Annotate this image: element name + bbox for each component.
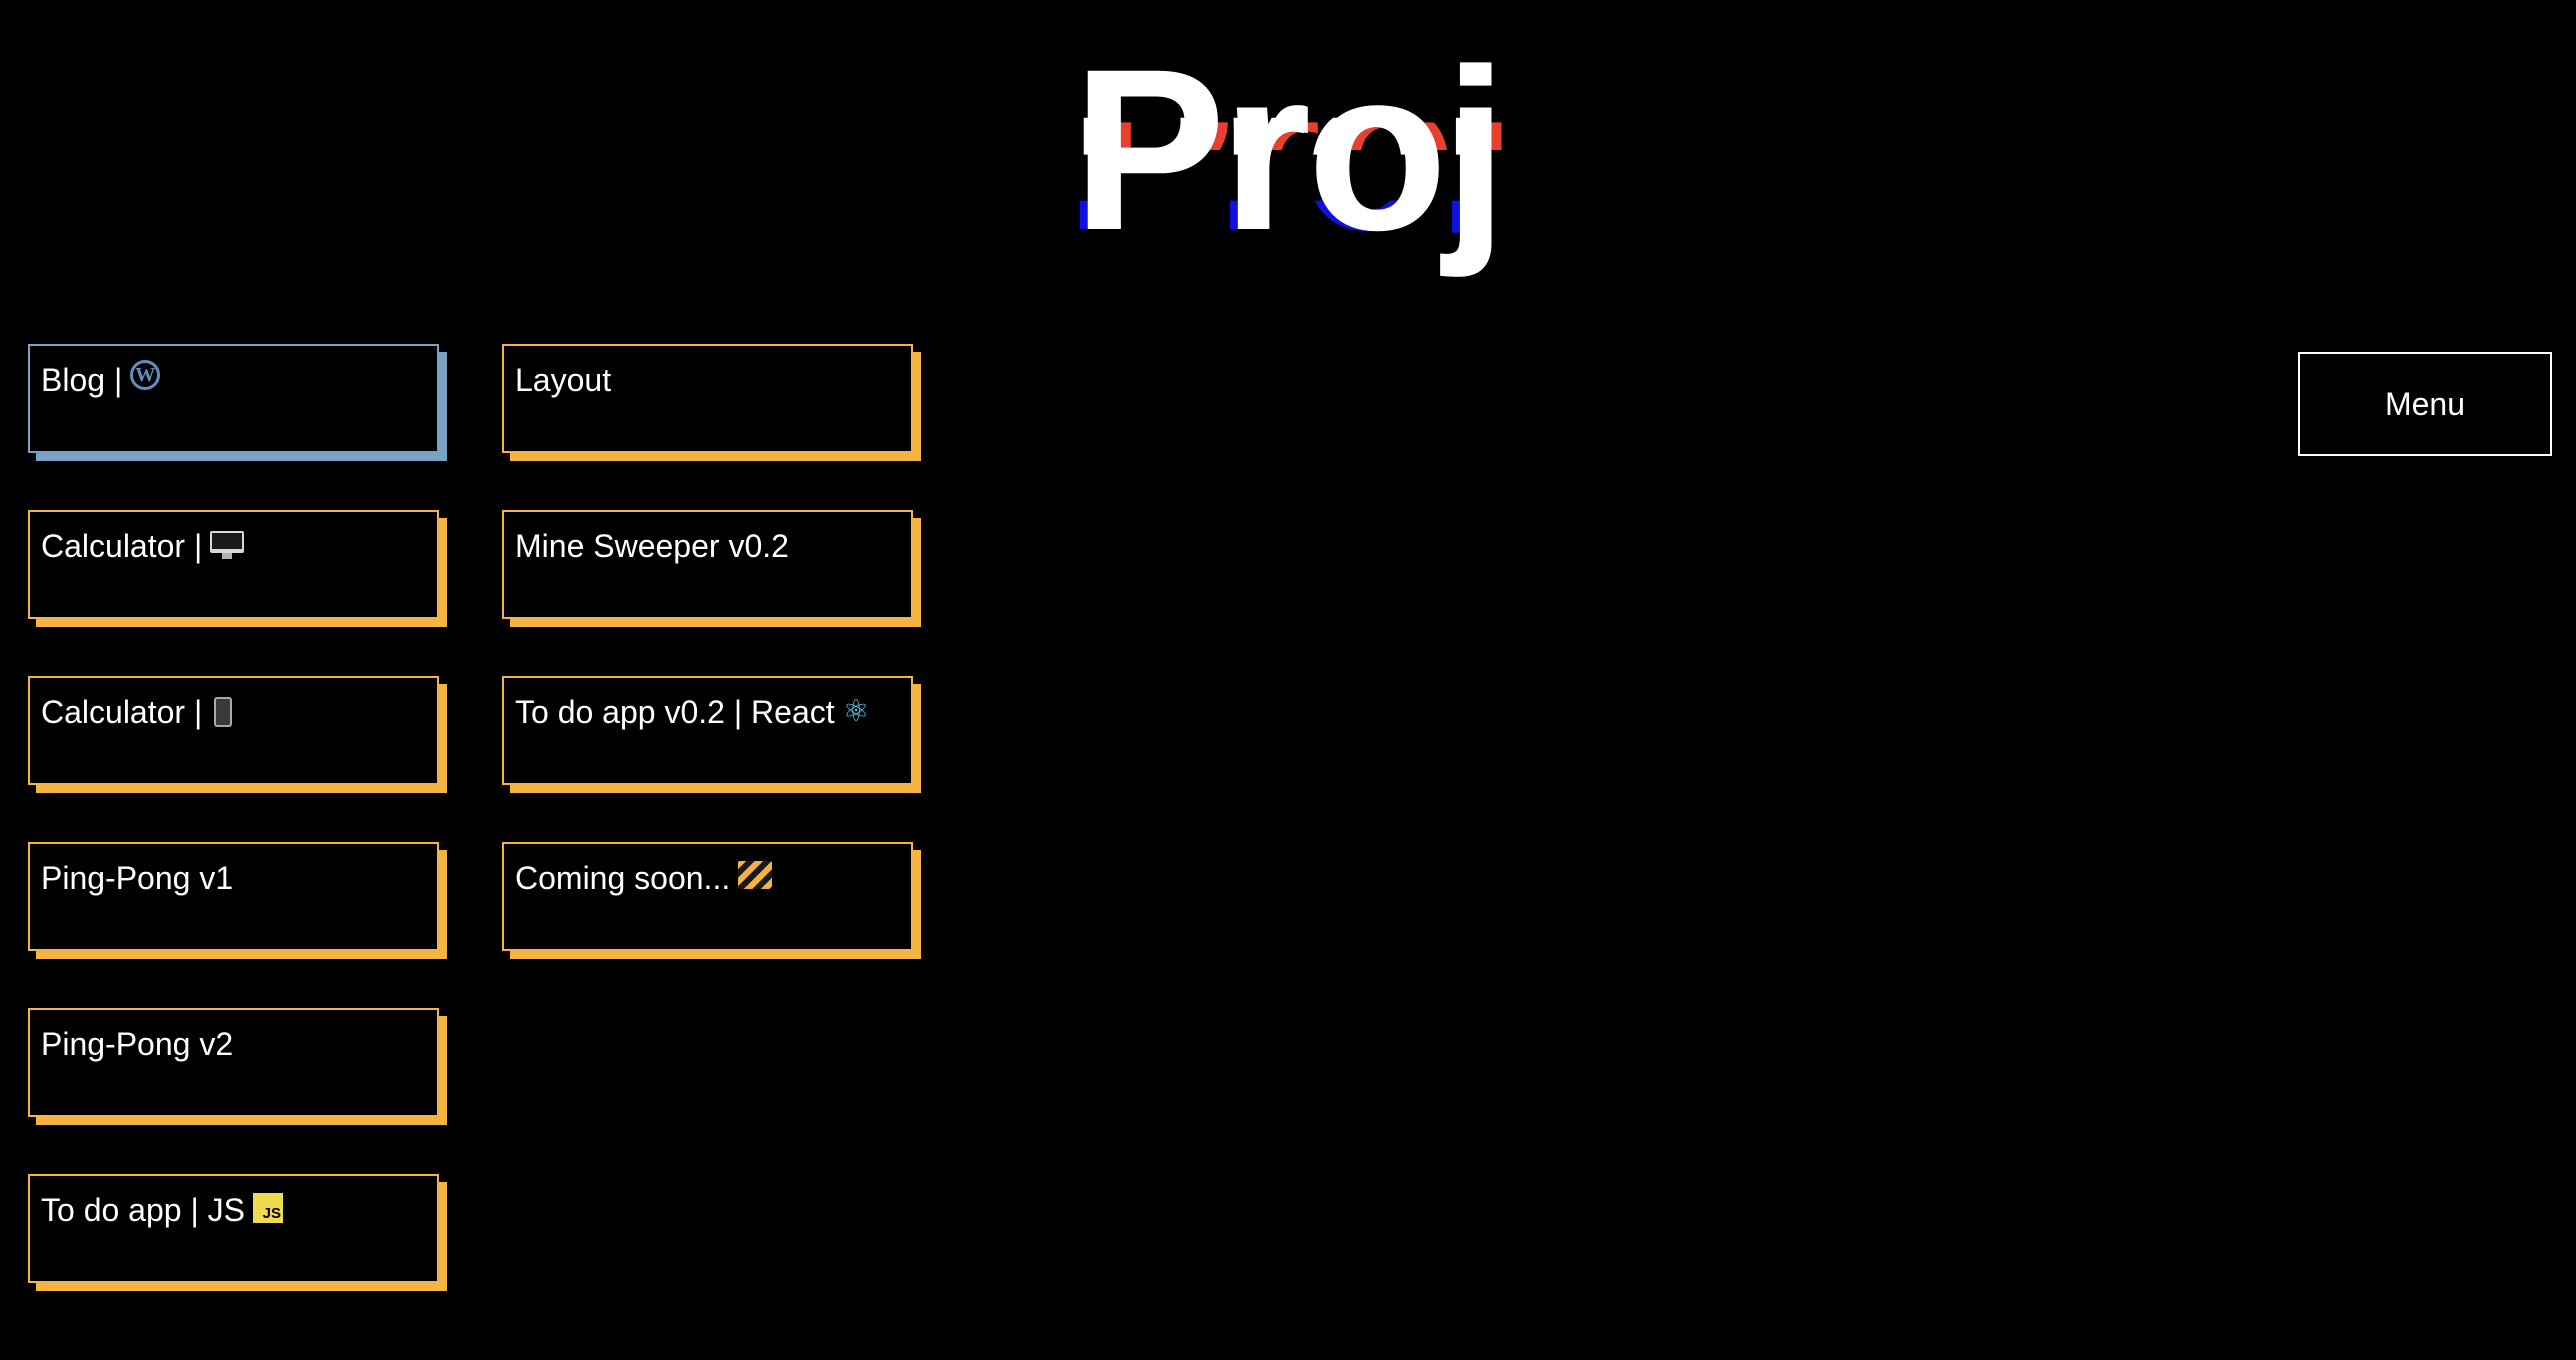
project-card-mine-sweeper[interactable]: Mine Sweeper v0.2 xyxy=(502,510,913,619)
project-card-ping-pong-v1[interactable]: Ping-Pong v1 xyxy=(28,842,439,951)
project-card-calculator-desktop[interactable]: Calculator | xyxy=(28,510,439,619)
project-title: Ping-Pong v2 xyxy=(41,1026,234,1062)
mobile-phone-icon xyxy=(214,697,233,727)
menu-button-label: Menu xyxy=(2384,385,2466,422)
project-card-label: Ping-Pong v1 xyxy=(41,858,233,898)
project-title: To do app | JS xyxy=(41,1192,245,1228)
project-card-label: Calculator | xyxy=(41,526,245,566)
glitch-title: Proj Proj Proj Proj xyxy=(1064,35,1513,265)
project-card-label: Blog | W xyxy=(41,360,161,400)
project-card-calculator-mobile[interactable]: Calculator | xyxy=(28,676,439,785)
wordpress-icon: W xyxy=(130,360,161,390)
construction-icon xyxy=(738,861,773,889)
page-title: Proj Proj Proj Proj xyxy=(0,35,2576,265)
project-title: Calculator | xyxy=(41,694,203,730)
project-card-label: Ping-Pong v2 xyxy=(41,1024,233,1064)
menu-button[interactable]: Menu xyxy=(2298,352,2552,456)
project-title: To do app v0.2 | React xyxy=(515,694,835,730)
project-card-blog[interactable]: Blog | W xyxy=(28,344,439,453)
project-card-todo-js[interactable]: To do app | JS JS xyxy=(28,1174,439,1283)
project-card-label: To do app | JS JS xyxy=(41,1190,283,1230)
project-card-label: Coming soon... xyxy=(515,858,773,898)
project-title: Mine Sweeper v0.2 xyxy=(515,528,789,564)
project-title: Coming soon... xyxy=(515,860,731,896)
project-title: Blog | xyxy=(41,362,123,398)
project-card-label: Mine Sweeper v0.2 xyxy=(515,526,789,566)
project-card-coming-soon[interactable]: Coming soon... xyxy=(502,842,913,951)
page: Proj Proj Proj Proj Blog | W Calculator … xyxy=(0,0,2576,1360)
javascript-icon: JS xyxy=(253,1193,283,1223)
project-title: Ping-Pong v1 xyxy=(41,860,234,896)
desktop-icon xyxy=(210,531,245,561)
project-card-label: Layout xyxy=(515,360,611,400)
project-title: Layout xyxy=(515,362,612,398)
project-title: Calculator | xyxy=(41,528,203,564)
project-card-label: To do app v0.2 | React ⚛ xyxy=(515,692,870,732)
project-card-ping-pong-v2[interactable]: Ping-Pong v2 xyxy=(28,1008,439,1117)
project-card-label: Calculator | xyxy=(41,692,233,732)
project-card-todo-react[interactable]: To do app v0.2 | React ⚛ xyxy=(502,676,913,785)
project-card-layout[interactable]: Layout xyxy=(502,344,913,453)
react-icon: ⚛ xyxy=(842,695,870,728)
